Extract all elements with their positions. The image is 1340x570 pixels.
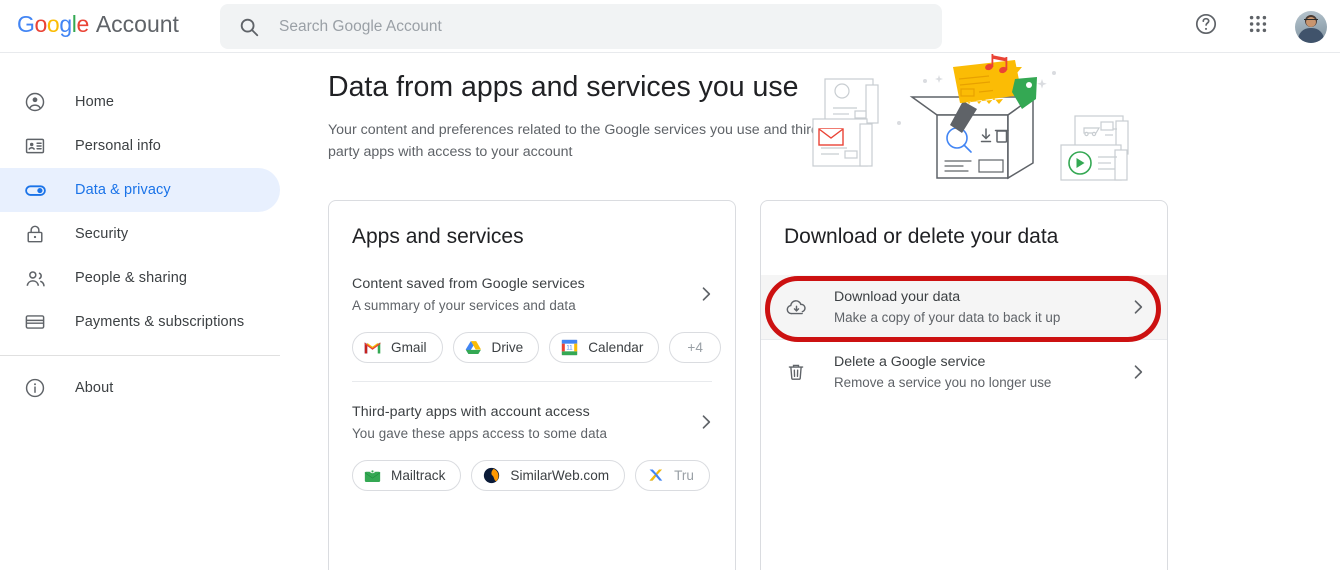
help-button[interactable] [1191, 12, 1221, 42]
sidebar-item-about[interactable]: About [0, 366, 280, 410]
download-or-delete-card: Download or delete your data Download yo… [760, 200, 1168, 570]
chip-similarweb[interactable]: SimilarWeb.com [471, 460, 626, 491]
cloud-download-icon [784, 295, 808, 319]
row-subtitle: A summary of your services and data [352, 298, 576, 313]
row-title: Third-party apps with account access [352, 404, 590, 420]
trello-icon [647, 467, 664, 484]
logo-letter-e: e [76, 11, 89, 37]
chip-label: SimilarWeb.com [510, 468, 610, 483]
google-drive-icon [465, 339, 482, 356]
row-texts: Delete a Google service Remove a service… [834, 352, 1127, 393]
credit-card-icon [23, 310, 47, 334]
chip-more-count[interactable]: +4 [669, 332, 721, 363]
people-icon [23, 266, 47, 290]
account-circle-icon [23, 90, 47, 114]
chevron-right-icon[interactable] [1127, 296, 1149, 318]
sidebar-item-label: People & sharing [75, 270, 188, 286]
row-subtitle: Make a copy of your data to back it up [834, 309, 1061, 325]
row-title: Content saved from Google services [352, 276, 585, 292]
row-texts: Download your data Make a copy of your d… [834, 287, 1127, 328]
google-wordmark: Google [17, 11, 89, 38]
sidebar-item-payments-and-subscriptions[interactable]: Payments & subscriptions [0, 300, 280, 344]
search-icon [238, 16, 260, 38]
sidebar-item-label: Personal info [75, 138, 161, 154]
avatar-glasses [1304, 18, 1318, 23]
open-box-with-documents-illustration [805, 53, 1195, 181]
search-bar[interactable] [220, 4, 942, 49]
header-actions [1191, 0, 1327, 53]
avatar-body [1298, 27, 1324, 43]
apps-and-services-card: Apps and services Content saved from Goo… [328, 200, 736, 570]
card-title: Download or delete your data [784, 225, 1059, 248]
third-party-apps-row[interactable]: Third-party apps with account access You… [329, 402, 735, 444]
chip-calendar[interactable]: 11 Calendar [549, 332, 660, 363]
sidebar-item-data-and-privacy[interactable]: Data & privacy [0, 168, 280, 212]
trash-icon [784, 360, 808, 384]
download-your-data-row[interactable]: Download your data Make a copy of your d… [761, 275, 1167, 339]
apps-grid-icon [1247, 13, 1269, 40]
brand-account-word: Account [95, 11, 179, 37]
chip-label: Calendar [588, 340, 644, 355]
sidebar-item-label: About [75, 380, 114, 396]
help-circle-icon [1194, 12, 1218, 41]
info-circle-icon [23, 376, 47, 400]
card-title: Apps and services [352, 225, 524, 248]
similarweb-icon [483, 467, 500, 484]
main-content: Data from apps and services you use Your… [300, 53, 1340, 570]
page-title: Data from apps and services you use [328, 71, 799, 103]
mailtrack-icon [364, 467, 381, 484]
chip-label: Tru [674, 468, 694, 483]
brand-logo[interactable]: Google Account [17, 11, 179, 38]
sidebar-item-label: Data & privacy [75, 182, 171, 198]
sidebar-item-personal-info[interactable]: Personal info [0, 124, 280, 168]
chip-label: +4 [687, 340, 703, 355]
lock-icon [23, 222, 47, 246]
sidebar-item-people-and-sharing[interactable]: People & sharing [0, 256, 280, 300]
logo-letter-G: G [17, 11, 35, 37]
row-texts: Content saved from Google services A sum… [352, 274, 695, 316]
row-title: Download your data [834, 288, 961, 305]
id-card-icon [23, 134, 47, 158]
toggle-on-icon [23, 178, 47, 202]
chevron-right-icon[interactable] [695, 283, 717, 305]
content-saved-row[interactable]: Content saved from Google services A sum… [329, 274, 735, 316]
sidebar-item-label: Home [75, 94, 115, 110]
third-party-app-chips: Mailtrack SimilarWeb.com Tru [329, 460, 735, 491]
row-subtitle: Remove a service you no longer use [834, 374, 1052, 390]
chip-gmail[interactable]: Gmail [352, 332, 443, 363]
chevron-right-icon[interactable] [695, 411, 717, 433]
svg-text:11: 11 [567, 346, 574, 352]
search-input[interactable] [279, 11, 899, 42]
row-title: Delete a Google service [834, 353, 986, 370]
avatar[interactable] [1295, 10, 1327, 43]
sidebar-divider [0, 355, 280, 356]
delete-google-service-row[interactable]: Delete a Google service Remove a service… [761, 340, 1167, 404]
sidebar-item-label: Security [75, 226, 129, 242]
card-divider [352, 381, 712, 382]
gmail-icon [364, 339, 381, 356]
google-account-page: Google Account Search Google Account Hom… [0, 0, 1340, 570]
row-texts: Third-party apps with account access You… [352, 402, 695, 444]
google-apps-button[interactable] [1243, 12, 1273, 42]
app-header: Google Account [0, 0, 1340, 53]
sidebar-item-home[interactable]: Home [0, 80, 280, 124]
sidebar-nav: Home Personal info Data & privacy Securi… [0, 53, 300, 570]
chip-drive[interactable]: Drive [452, 332, 540, 363]
chevron-right-icon[interactable] [1127, 361, 1149, 383]
logo-letter-g: g [59, 11, 72, 37]
chip-mailtrack[interactable]: Mailtrack [352, 460, 462, 491]
google-service-chips: Gmail Drive 11 Calendar +4 [329, 332, 735, 363]
chip-label: Gmail [391, 340, 427, 355]
sidebar-item-security[interactable]: Security [0, 212, 280, 256]
logo-letter-o2: o [46, 11, 60, 37]
chip-label: Drive [491, 340, 524, 355]
sidebar-item-label: Payments & subscriptions [75, 314, 245, 330]
logo-letter-o1: o [34, 11, 48, 37]
page-subtitle: Your content and preferences related to … [328, 122, 824, 160]
chip-label: Mailtrack [391, 468, 446, 483]
row-subtitle: You gave these apps access to some data [352, 426, 608, 441]
google-calendar-icon: 11 [561, 339, 578, 356]
chip-trello-clipped[interactable]: Tru [635, 460, 710, 491]
